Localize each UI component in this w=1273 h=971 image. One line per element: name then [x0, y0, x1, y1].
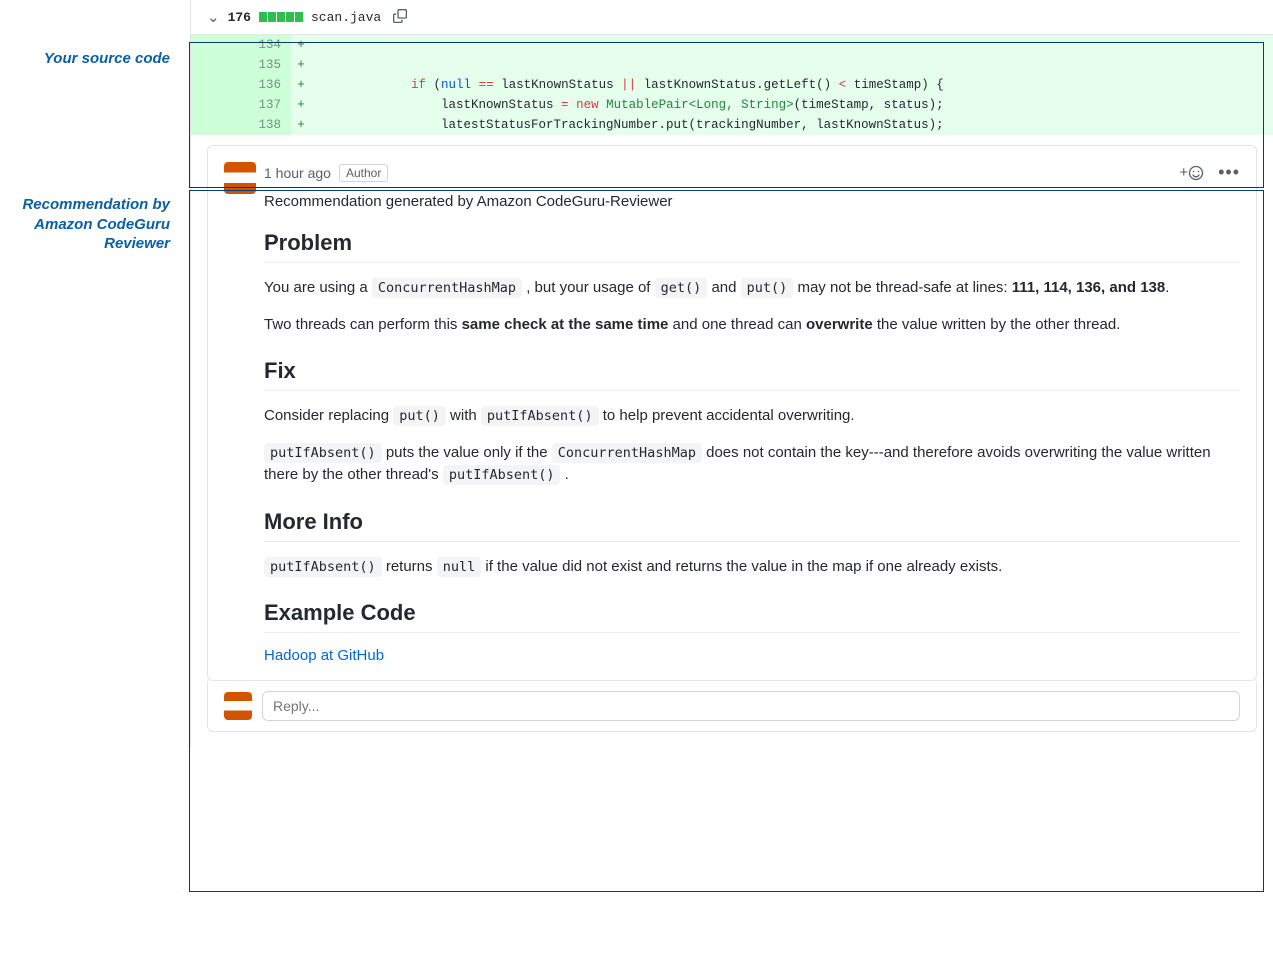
- diff-table: 134+135+136+ if (null == lastKnownStatus…: [191, 35, 1273, 135]
- line-number: 136: [241, 75, 291, 95]
- diff-stat-bar: [259, 12, 303, 22]
- more-info-heading: More Info: [264, 509, 1240, 542]
- fix-paragraph-1: Consider replacing put() with putIfAbsen…: [264, 405, 1240, 428]
- reviewer-avatar: [224, 162, 256, 194]
- annotation-recommendation: Recommendation by Amazon CodeGuru Review…: [0, 195, 180, 254]
- line-number: 135: [241, 55, 291, 75]
- comment-timestamp: 1 hour ago: [264, 165, 331, 181]
- diff-marker: +: [291, 95, 311, 115]
- add-reaction-icon[interactable]: +: [1179, 164, 1204, 181]
- line-number: 137: [241, 95, 291, 115]
- code-content: [311, 35, 1273, 55]
- code-content: latestStatusForTrackingNumber.put(tracki…: [311, 115, 1273, 135]
- diff-line: 136+ if (null == lastKnownStatus || last…: [191, 75, 1273, 95]
- problem-paragraph-1: You are using a ConcurrentHashMap , but …: [264, 277, 1240, 300]
- copy-path-icon[interactable]: [393, 9, 407, 26]
- diff-marker: +: [291, 115, 311, 135]
- diff-line: 137+ lastKnownStatus = new MutablePair<L…: [191, 95, 1273, 115]
- code-content: lastKnownStatus = new MutablePair<Long, …: [311, 95, 1273, 115]
- diff-marker: +: [291, 55, 311, 75]
- author-badge: Author: [339, 164, 388, 182]
- line-number: 138: [241, 115, 291, 135]
- file-header: ⌄ 176 scan.java: [191, 0, 1273, 35]
- diff-line: 135+: [191, 55, 1273, 75]
- diff-line: 134+: [191, 35, 1273, 55]
- line-number: 134: [241, 35, 291, 55]
- fix-paragraph-2: putIfAbsent() puts the value only if the…: [264, 442, 1240, 487]
- diff-line: 138+ latestStatusForTrackingNumber.put(t…: [191, 115, 1273, 135]
- reply-input[interactable]: [262, 691, 1240, 721]
- code-content: [311, 55, 1273, 75]
- problem-heading: Problem: [264, 230, 1240, 263]
- comment-subtitle: Recommendation generated by Amazon CodeG…: [264, 193, 1240, 210]
- fix-heading: Fix: [264, 358, 1240, 391]
- example-code-heading: Example Code: [264, 600, 1240, 633]
- review-comment: 1 hour ago Author + ••• Recommendation g…: [207, 145, 1257, 681]
- more-info-paragraph: putIfAbsent() returns null if the value …: [264, 556, 1240, 579]
- diff-marker: +: [291, 75, 311, 95]
- filename-label: scan.java: [311, 10, 381, 25]
- current-user-avatar: [224, 692, 252, 720]
- diff-line-count: 176: [228, 10, 251, 25]
- code-content: if (null == lastKnownStatus || lastKnown…: [311, 75, 1273, 95]
- kebab-menu-icon[interactable]: •••: [1218, 162, 1240, 183]
- collapse-chevron-icon[interactable]: ⌄: [207, 8, 220, 26]
- annotation-source-code: Your source code: [0, 50, 180, 67]
- diff-marker: +: [291, 35, 311, 55]
- example-code-link[interactable]: Hadoop at GitHub: [264, 647, 384, 664]
- reply-row: [207, 681, 1257, 732]
- problem-paragraph-2: Two threads can perform this same check …: [264, 314, 1240, 337]
